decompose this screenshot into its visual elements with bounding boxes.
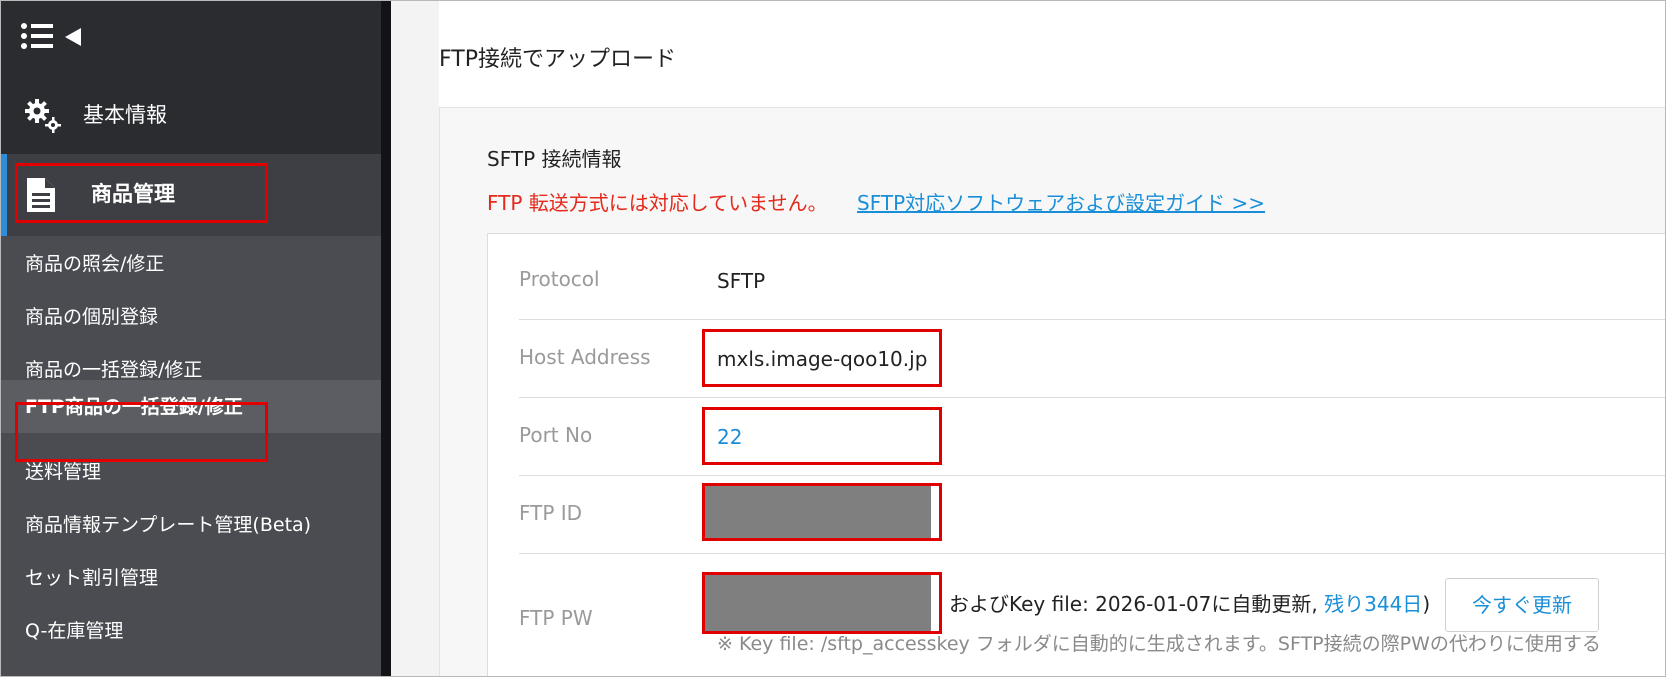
sidebar-subitem-template[interactable]: 商品情報テンプレート管理(Beta) xyxy=(1,497,381,553)
sidebar-subitem-q-inventory[interactable]: Q-在庫管理 xyxy=(1,603,381,659)
key-file-note: ※ Key file: /sftp_accesskey フォルダに自動的に生成さ… xyxy=(717,633,1601,655)
main-gutter xyxy=(391,1,439,676)
sidebar-subitem-label: Q-在庫管理 xyxy=(25,620,124,642)
sidebar-subitem-shipping[interactable]: 送料管理 xyxy=(1,444,381,500)
protocol-label: Protocol xyxy=(519,267,600,291)
sidebar-subitem-individual-register[interactable]: 商品の個別登録 xyxy=(1,289,381,345)
host-address-value: mxls.image-qoo10.jp xyxy=(717,347,928,371)
page-title: FTP接続でアップロード xyxy=(439,47,676,72)
sidebar-item-product-management[interactable]: 商品管理 xyxy=(1,154,381,236)
ftp-id-label: FTP ID xyxy=(519,501,583,525)
active-accent-bar xyxy=(1,154,7,236)
renew-now-button[interactable]: 今すぐ更新 xyxy=(1445,578,1599,632)
row-divider xyxy=(519,553,1665,554)
list-menu-icon[interactable] xyxy=(21,23,53,49)
sidebar-item-label: 商品管理 xyxy=(91,182,175,206)
row-divider xyxy=(519,319,1665,320)
closing-paren: ) xyxy=(1422,592,1431,616)
ftp-warning-text: FTP 転送方式には対応していません。 xyxy=(487,191,828,215)
remaining-days: 残り344日 xyxy=(1324,592,1423,616)
sidebar-subitem-label: FTP商品の一括登録/修正 xyxy=(25,396,243,418)
app-window: 基本情報 商品管理 商品の照会/修正 商品の個別登録 商品の一括登録/修正 FT… xyxy=(0,0,1666,677)
sidebar-edge xyxy=(381,1,391,676)
ftp-pw-label: FTP PW xyxy=(519,606,593,630)
row-divider xyxy=(519,397,1665,398)
collapse-arrow-icon[interactable] xyxy=(65,28,81,46)
sidebar-submenu: 商品の照会/修正 商品の個別登録 商品の一括登録/修正 FTP商品の一括登録/修… xyxy=(1,236,381,676)
panel-title: SFTP 接続情報 xyxy=(487,147,622,171)
sidebar-subitem-label: 送料管理 xyxy=(25,461,102,483)
protocol-value: SFTP xyxy=(717,269,766,293)
gears-icon xyxy=(25,99,61,133)
sidebar-subitem-label: 商品の照会/修正 xyxy=(25,253,165,275)
host-address-label: Host Address xyxy=(519,345,651,369)
key-file-update-info: およびKey file: 2026-01-07に自動更新, 残り344日) xyxy=(949,590,1430,618)
ftp-id-masked-value xyxy=(703,485,931,541)
main-content: FTP接続でアップロード SFTP 接続情報 FTP 転送方式には対応していませ… xyxy=(391,1,1665,676)
document-icon xyxy=(27,178,55,212)
sidebar-item-label: 基本情報 xyxy=(83,103,167,127)
sftp-guide-link[interactable]: SFTP対応ソフトウェアおよび設定ガイド >> xyxy=(857,189,1265,217)
row-divider xyxy=(519,475,1665,476)
sidebar-toggle[interactable] xyxy=(1,1,381,77)
sidebar-subitem-label: 商品の個別登録 xyxy=(25,306,159,328)
port-no-value: 22 xyxy=(717,425,743,449)
sidebar-subitem-set-discount[interactable]: セット割引管理 xyxy=(1,550,381,606)
sidebar-item-basic-info[interactable]: 基本情報 xyxy=(1,77,381,154)
sidebar: 基本情報 商品管理 商品の照会/修正 商品の個別登録 商品の一括登録/修正 FT… xyxy=(1,1,381,676)
sidebar-subitem-ftp-bulk-register[interactable]: FTP商品の一括登録/修正 xyxy=(1,380,381,433)
ftp-pw-masked-value xyxy=(703,574,931,632)
port-no-label: Port No xyxy=(519,423,593,447)
sidebar-subitem-product-inquiry[interactable]: 商品の照会/修正 xyxy=(1,236,381,292)
key-file-update-text: およびKey file: 2026-01-07に自動更新, xyxy=(949,592,1318,616)
sidebar-subitem-label: 商品情報テンプレート管理(Beta) xyxy=(25,514,312,536)
sidebar-subitem-label: セット割引管理 xyxy=(25,567,159,589)
